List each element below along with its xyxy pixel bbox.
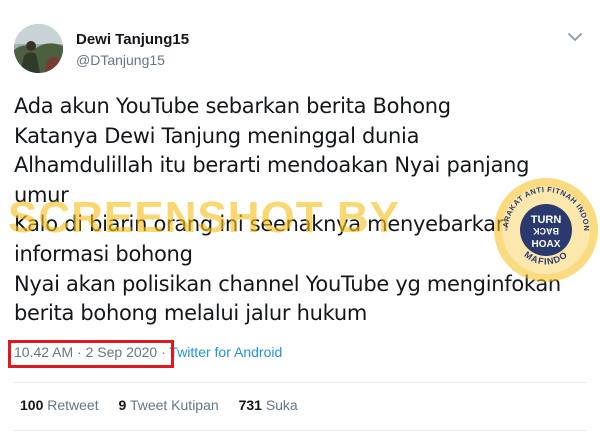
tweet-line: Nyai akan polisikan channel YouTube yg m…: [14, 271, 561, 296]
divider: [14, 430, 586, 431]
likes-label: Suka: [265, 397, 298, 413]
avatar-photo: [14, 24, 63, 73]
tweet-stats: 100 Retweet 9 Tweet Kutipan 731 Suka: [20, 397, 314, 413]
tweet-line: Alhamdulillah itu berarti mendoakan Nyai…: [14, 153, 530, 178]
retweets-stat[interactable]: 100 Retweet: [20, 397, 99, 413]
user-handle[interactable]: @DTanjung15: [76, 52, 165, 68]
quotes-count: 9: [118, 397, 127, 413]
tweet-line: Katanya Dewi Tanjung meninggal dunia: [14, 123, 420, 148]
tweet-line: Kalo di biarin orang ini seenaknya menye…: [14, 212, 509, 237]
tweet-line: Ada akun YouTube sebarkan berita Bohong: [14, 94, 451, 118]
timestamp-highlight-box: [8, 340, 174, 368]
tweet-line: informasi bohong: [14, 241, 193, 266]
tweet-source-link[interactable]: Twitter for Android: [169, 344, 282, 360]
retweets-label: Retweet: [47, 397, 99, 413]
display-name[interactable]: Dewi Tanjung15: [76, 31, 189, 48]
likes-count: 731: [238, 397, 262, 413]
tweet-line: umur: [14, 182, 69, 207]
divider: [14, 382, 586, 383]
quotes-stat[interactable]: 9 Tweet Kutipan: [119, 397, 219, 413]
tweet-card: Dewi Tanjung15 @DTanjung15 Ada akun YouT…: [0, 0, 600, 438]
quotes-label: Tweet Kutipan: [129, 397, 219, 413]
chevron-down-icon[interactable]: [566, 30, 584, 44]
tweet-text: Ada akun YouTube sebarkan berita Bohong …: [14, 92, 574, 329]
likes-stat[interactable]: 731 Suka: [239, 397, 298, 413]
retweets-count: 100: [20, 397, 44, 413]
tweet-line: berita bohong melalui jalur hukum: [14, 301, 368, 326]
avatar[interactable]: [14, 24, 63, 73]
